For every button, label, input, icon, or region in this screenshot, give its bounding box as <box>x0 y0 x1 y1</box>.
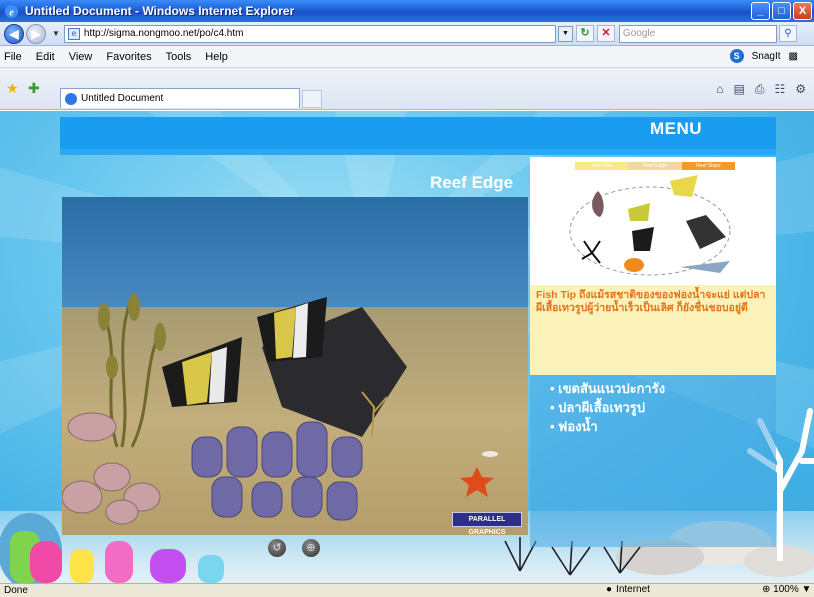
favorites-star-icon[interactable]: ★ <box>6 80 19 97</box>
home-icon[interactable]: ⌂ <box>716 82 723 97</box>
tab-reef-flat[interactable]: Reef Flat <box>575 162 629 170</box>
scene-title: Reef Edge <box>430 173 514 192</box>
stop-button[interactable]: ✕ <box>596 25 615 42</box>
address-url: http://sigma.nongmoo.net/po/c4.htm <box>83 28 244 39</box>
list-item-reef-crest[interactable]: • เขตสันแนวปะการัง <box>550 379 776 398</box>
menu-tools[interactable]: Tools <box>166 51 192 63</box>
svg-text:e: e <box>9 7 14 18</box>
refresh-button[interactable]: ↻ <box>575 25 594 42</box>
snagit-button[interactable]: SnagIt <box>752 51 781 62</box>
add-favorite-icon[interactable]: ✚ <box>28 80 40 97</box>
tab-ie-icon <box>65 92 77 105</box>
zoom-control[interactable]: ⊕ 100% ▼ <box>762 584 811 595</box>
page-icon: e <box>67 27 80 40</box>
tools-menu-icon[interactable]: ⚙ <box>795 82 806 97</box>
menu-file[interactable]: File <box>4 51 22 63</box>
reef-3d-viewer[interactable]: PARALLEL GRAPHICS <box>62 197 528 535</box>
zone-tabs: Reef Flat Reef Edge Reef Slope <box>575 162 735 170</box>
back-button[interactable]: ◀ <box>4 23 24 44</box>
search-icon[interactable]: ⚲ <box>778 25 797 42</box>
maximize-button[interactable]: □ <box>772 2 791 20</box>
menu-favorites[interactable]: Favorites <box>106 51 151 63</box>
list-item-sponge[interactable]: • ฟองน้ำ <box>550 417 776 436</box>
menu-header-stripe <box>60 149 776 155</box>
internet-explorer-icon: e <box>4 4 19 18</box>
window-title: Untitled Document - Windows Internet Exp… <box>25 4 295 18</box>
tab-label: Untitled Document <box>81 93 164 104</box>
fish-tip: Fish Tip ถึงแม้รสชาติของของฟองน้ำจะแย่ แ… <box>536 289 770 315</box>
tab-untitled-document[interactable]: Untitled Document <box>60 88 300 108</box>
rotate-control-button[interactable]: ↺ <box>268 539 286 557</box>
new-tab-button[interactable] <box>302 90 322 108</box>
window-title-bar[interactable]: e Untitled Document - Windows Internet E… <box>0 0 814 22</box>
close-button[interactable]: X <box>793 2 812 20</box>
pan-control-button[interactable]: ⊕ <box>302 539 320 557</box>
status-bar: Done ● Internet ⊕ 100% ▼ <box>0 583 814 597</box>
snagit-capture-icon[interactable]: ▩ <box>789 51 798 62</box>
parallel-graphics-logo: PARALLEL GRAPHICS <box>452 512 522 535</box>
menu-help[interactable]: Help <box>205 51 228 63</box>
list-item-moorish-idol[interactable]: • ปลาผีเสื้อเทวรูป <box>550 398 776 417</box>
page-menu-icon[interactable]: ☷ <box>774 82 785 97</box>
menu-link[interactable]: MENU <box>650 119 702 139</box>
snagit-icon: S <box>729 49 744 63</box>
address-toolbar: ◀ ▶ ▼ e http://sigma.nongmoo.net/po/c4.h… <box>0 22 814 46</box>
favorites-tab-bar: ★ ✚ Untitled Document ⌂ ▤ ⎙ ☷ ⚙ <box>0 68 814 110</box>
security-zone[interactable]: ● Internet <box>606 584 650 595</box>
species-map-illustration <box>569 175 731 276</box>
zoom-level: 100% <box>773 584 799 595</box>
globe-icon: ● <box>606 584 613 595</box>
reef-scene-illustration <box>62 293 498 525</box>
address-input[interactable]: e http://sigma.nongmoo.net/po/c4.htm <box>63 24 556 43</box>
menu-edit[interactable]: Edit <box>36 51 55 63</box>
page-viewport: MENU Reef Edge PARALLEL GRAPHICS Reef Fl… <box>0 111 814 583</box>
tab-reef-slope[interactable]: Reef Slope <box>681 162 735 170</box>
minimize-button[interactable]: _ <box>751 2 770 20</box>
reef-zone-map: Reef Flat Reef Edge Reef Slope <box>530 157 776 285</box>
print-icon[interactable]: ⎙ <box>755 82 765 97</box>
zoom-dropdown-icon[interactable]: ▼ <box>802 584 812 595</box>
recent-pages-dropdown[interactable]: ▼ <box>52 29 60 38</box>
fish-tip-panel: Fish Tip ถึงแม้รสชาติของของฟองน้ำจะแย่ แ… <box>530 285 776 375</box>
sea-slug-shape <box>592 191 604 217</box>
zone-label: Internet <box>616 584 650 595</box>
fish-tip-label: Fish Tip <box>536 289 577 301</box>
forward-button[interactable]: ▶ <box>26 23 46 44</box>
topic-list: • เขตสันแนวปะการัง • ปลาผีเสื้อเทวรูป • … <box>530 375 776 547</box>
status-text: Done <box>4 585 28 596</box>
menu-view[interactable]: View <box>69 51 93 63</box>
address-dropdown-button[interactable]: ▼ <box>557 25 573 42</box>
menu-bar: File Edit View Favorites Tools Help S Sn… <box>0 46 814 68</box>
search-input[interactable]: Google <box>618 24 777 43</box>
zoom-icon: ⊕ <box>762 584 771 595</box>
tab-reef-edge[interactable]: Reef Edge <box>628 162 682 170</box>
feeds-icon[interactable]: ▤ <box>734 82 745 97</box>
